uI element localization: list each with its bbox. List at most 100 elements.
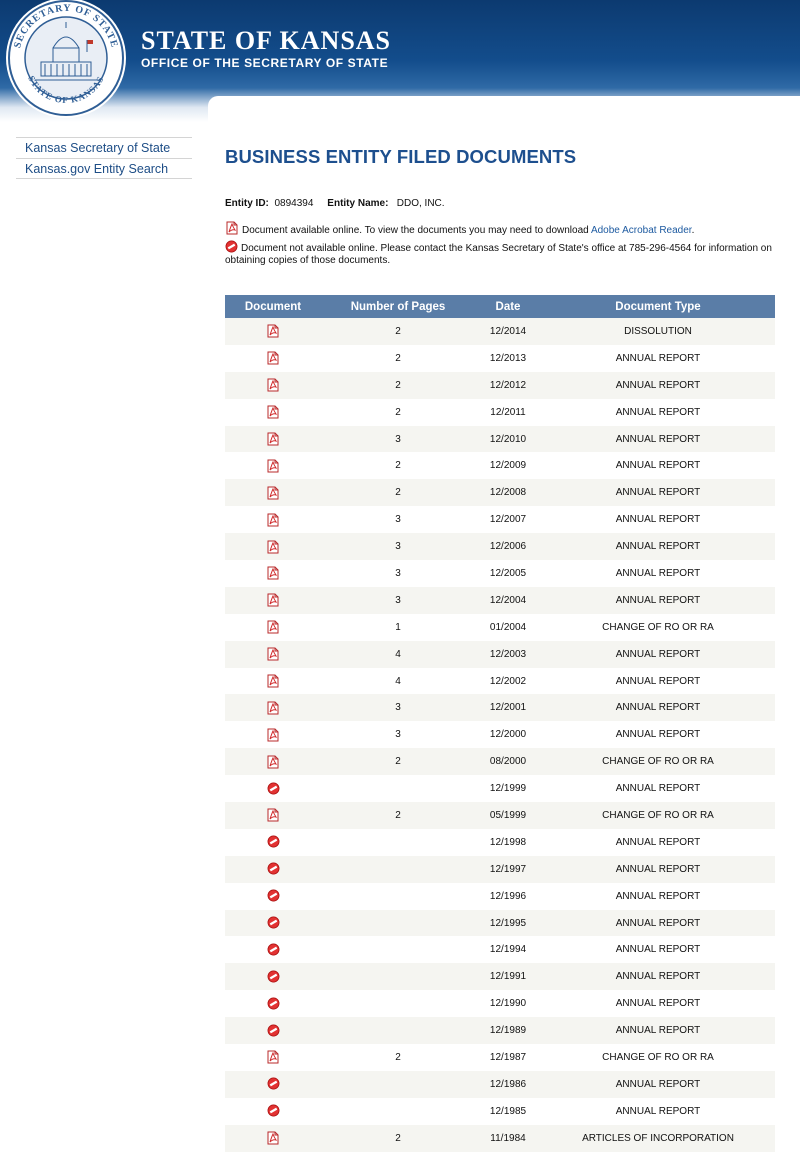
date-cell: 12/1985 xyxy=(475,1097,541,1125)
date-cell: 08/2000 xyxy=(475,748,541,776)
document-type-cell: CHANGE OF RO OR RA xyxy=(541,1044,775,1071)
document-cell xyxy=(225,506,321,534)
acrobat-reader-link[interactable]: Adobe Acrobat Reader xyxy=(591,225,692,236)
entity-id-value: 0894394 xyxy=(274,198,314,209)
pdf-icon[interactable] xyxy=(266,701,280,715)
pages-cell xyxy=(321,855,475,883)
pdf-icon[interactable] xyxy=(266,755,280,769)
date-cell: 12/1990 xyxy=(475,990,541,1018)
table-row: 12/1994 ANNUAL REPORT xyxy=(225,936,775,964)
table-row: 2 12/2011 ANNUAL REPORT xyxy=(225,398,775,426)
table-row: 3 12/2006 ANNUAL REPORT xyxy=(225,533,775,561)
date-cell: 12/1986 xyxy=(475,1070,541,1098)
document-type-cell: ANNUAL REPORT xyxy=(541,721,775,749)
document-type-cell: ANNUAL REPORT xyxy=(541,828,775,856)
pages-cell: 3 xyxy=(321,721,475,749)
document-cell xyxy=(225,452,321,480)
table-row: 4 12/2003 ANNUAL REPORT xyxy=(225,640,775,668)
pdf-icon[interactable] xyxy=(266,1050,280,1064)
table-row: 12/1991 ANNUAL REPORT xyxy=(225,963,775,991)
date-cell: 12/1989 xyxy=(475,1017,541,1045)
unavailable-icon xyxy=(266,1077,280,1091)
date-cell: 12/2014 xyxy=(475,318,541,345)
pdf-icon[interactable] xyxy=(266,513,280,527)
document-type-cell: ANNUAL REPORT xyxy=(541,882,775,910)
date-cell: 12/1995 xyxy=(475,909,541,937)
document-type-cell: ANNUAL REPORT xyxy=(541,1097,775,1125)
document-cell xyxy=(225,613,321,641)
kansas-seal-logo[interactable]: SECRETARY OF STATE STATE OF KANSAS xyxy=(3,0,129,122)
sidebar-item-entity-search[interactable]: Kansas.gov Entity Search xyxy=(16,158,192,179)
date-cell: 12/2006 xyxy=(475,533,541,561)
table-row: 12/1990 ANNUAL REPORT xyxy=(225,990,775,1018)
document-type-cell: ANNUAL REPORT xyxy=(541,936,775,964)
legend-unavailable: Document not available online. Please co… xyxy=(225,240,775,267)
document-type-cell: DISSOLUTION xyxy=(541,318,775,345)
date-cell: 12/2000 xyxy=(475,721,541,749)
sidebar-item-kansas-secretary-of-state[interactable]: Kansas Secretary of State xyxy=(16,137,192,158)
document-type-cell: ANNUAL REPORT xyxy=(541,371,775,399)
document-type-cell: ANNUAL REPORT xyxy=(541,855,775,883)
date-cell: 11/1984 xyxy=(475,1124,541,1152)
sidebar-nav: Kansas Secretary of State Kansas.gov Ent… xyxy=(16,137,192,179)
pdf-icon[interactable] xyxy=(266,432,280,446)
date-cell: 05/1999 xyxy=(475,802,541,829)
pdf-icon[interactable] xyxy=(266,566,280,580)
pages-cell: 2 xyxy=(321,371,475,399)
document-type-cell: ANNUAL REPORT xyxy=(541,667,775,695)
pdf-icon[interactable] xyxy=(266,378,280,392)
date-cell: 12/1997 xyxy=(475,855,541,883)
table-row: 2 12/2008 ANNUAL REPORT xyxy=(225,479,775,507)
pdf-icon[interactable] xyxy=(266,674,280,688)
table-row: 2 12/1987 CHANGE OF RO OR RA xyxy=(225,1044,775,1071)
document-cell xyxy=(225,694,321,722)
date-cell: 12/2007 xyxy=(475,506,541,534)
document-cell xyxy=(225,1070,321,1098)
unavailable-icon xyxy=(266,916,280,930)
legend-available: Document available online. To view the d… xyxy=(225,221,775,237)
pages-cell xyxy=(321,990,475,1018)
pages-cell: 1 xyxy=(321,613,475,641)
pages-cell: 3 xyxy=(321,425,475,453)
pdf-icon[interactable] xyxy=(266,324,280,338)
date-cell: 12/2004 xyxy=(475,586,541,614)
document-cell xyxy=(225,1044,321,1071)
unavailable-icon xyxy=(266,835,280,849)
date-cell: 12/1994 xyxy=(475,936,541,964)
pages-cell: 2 xyxy=(321,1044,475,1071)
pdf-icon[interactable] xyxy=(266,459,280,473)
table-row: 12/1989 ANNUAL REPORT xyxy=(225,1017,775,1045)
pages-cell: 2 xyxy=(321,398,475,426)
pages-cell: 2 xyxy=(321,479,475,507)
table-row: 2 05/1999 CHANGE OF RO OR RA xyxy=(225,802,775,829)
entity-info: Entity ID: 0894394 Entity Name: DDO, INC… xyxy=(225,198,445,209)
table-row: 2 12/2013 ANNUAL REPORT xyxy=(225,344,775,372)
pdf-icon[interactable] xyxy=(266,1131,280,1145)
table-row: 3 12/2000 ANNUAL REPORT xyxy=(225,721,775,749)
date-cell: 12/1991 xyxy=(475,963,541,991)
pdf-icon[interactable] xyxy=(266,486,280,500)
pages-cell: 4 xyxy=(321,667,475,695)
table-row: 2 11/1984 ARTICLES OF INCORPORATION xyxy=(225,1124,775,1152)
document-type-cell: ANNUAL REPORT xyxy=(541,586,775,614)
column-header-date: Date xyxy=(475,295,541,318)
pdf-icon[interactable] xyxy=(266,351,280,365)
page-title: BUSINESS ENTITY FILED DOCUMENTS xyxy=(225,146,577,167)
pages-cell: 3 xyxy=(321,506,475,534)
pdf-icon[interactable] xyxy=(266,405,280,419)
document-type-cell: ANNUAL REPORT xyxy=(541,344,775,372)
pdf-icon[interactable] xyxy=(266,540,280,554)
pdf-icon[interactable] xyxy=(266,620,280,634)
table-row: 3 12/2004 ANNUAL REPORT xyxy=(225,586,775,614)
pdf-icon[interactable] xyxy=(266,647,280,661)
document-cell xyxy=(225,802,321,829)
pdf-icon[interactable] xyxy=(266,728,280,742)
site-title: STATE OF KANSAS xyxy=(141,26,392,55)
date-cell: 12/1996 xyxy=(475,882,541,910)
unavailable-icon xyxy=(266,1024,280,1038)
document-type-cell: CHANGE OF RO OR RA xyxy=(541,748,775,776)
document-cell xyxy=(225,560,321,587)
document-cell xyxy=(225,667,321,695)
pdf-icon[interactable] xyxy=(266,593,280,607)
pdf-icon[interactable] xyxy=(266,808,280,822)
